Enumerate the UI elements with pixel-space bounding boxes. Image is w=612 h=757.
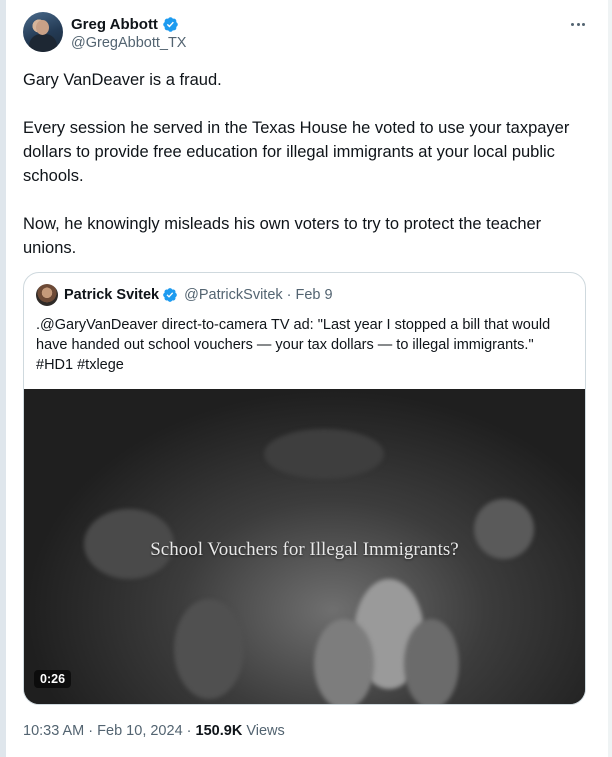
- tweet-time[interactable]: 10:33 AM: [23, 723, 84, 739]
- verified-badge-icon: [163, 16, 178, 32]
- quoted-author-avatar[interactable]: [36, 284, 58, 306]
- quoted-tweet-date[interactable]: Feb 9: [296, 287, 333, 303]
- quoted-tweet-card[interactable]: Patrick Svitek @PatrickSvitek · Feb 9 .@…: [23, 272, 586, 705]
- avatar-suit-shape: [29, 34, 57, 52]
- views-label: Views: [246, 723, 285, 739]
- tweet-text: Gary VanDeaver is a fraud. Every session…: [23, 68, 583, 260]
- video-duration-badge: 0:26: [34, 670, 72, 688]
- more-dot: [571, 22, 575, 26]
- video-caption: School Vouchers for Illegal Immigrants?: [150, 539, 459, 560]
- views-count: 150.9K: [195, 723, 243, 739]
- author-handle[interactable]: @GregAbbott_TX: [71, 35, 186, 51]
- tweet-paragraph: Gary VanDeaver is a fraud.: [23, 71, 222, 89]
- video-player[interactable]: School Vouchers for Illegal Immigrants? …: [24, 389, 585, 704]
- right-scroll-rail: [608, 0, 612, 757]
- author-avatar[interactable]: [23, 12, 63, 52]
- avatar-head-shape: [36, 20, 49, 35]
- separator-dot: ·: [286, 287, 292, 303]
- author-name-row: Greg Abbott: [71, 14, 179, 34]
- tweet-date[interactable]: Feb 10, 2024: [97, 723, 182, 739]
- video-frame-shape: [404, 619, 459, 704]
- video-frame-shape: [314, 619, 374, 704]
- verified-badge-icon: [163, 288, 177, 302]
- more-dot: [576, 22, 580, 26]
- more-options-icon[interactable]: [568, 14, 588, 34]
- quoted-author-name[interactable]: Patrick Svitek: [64, 287, 159, 303]
- quoted-tweet-text: .@GaryVanDeaver direct-to-camera TV ad: …: [36, 317, 551, 373]
- tweet: Greg Abbott @GregAbbott_TX Gary VanDeave…: [6, 0, 604, 757]
- video-frame-shape: [174, 599, 244, 699]
- quoted-tweet-header: Patrick Svitek @PatrickSvitek · Feb 9: [36, 284, 333, 306]
- separator-dot: ·: [186, 723, 192, 739]
- separator-dot: ·: [88, 723, 94, 739]
- video-frame-shape: [264, 429, 384, 479]
- quoted-author-handle[interactable]: @PatrickSvitek: [184, 287, 283, 303]
- more-dot: [581, 22, 585, 26]
- author-display-name[interactable]: Greg Abbott: [71, 16, 158, 33]
- tweet-paragraph: Now, he knowingly misleads his own voter…: [23, 215, 542, 257]
- tweet-paragraph: Every session he served in the Texas Hou…: [23, 119, 570, 185]
- tweet-metadata: 10:33 AM · Feb 10, 2024 · 150.9K Views: [23, 723, 285, 739]
